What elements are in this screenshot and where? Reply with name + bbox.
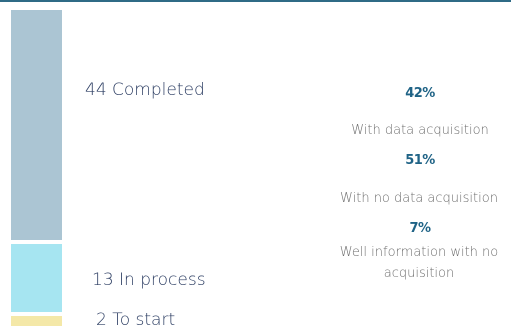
segment-completed: [11, 10, 62, 240]
desc-with-acquisition: With data acquisition: [351, 123, 489, 138]
label-to-start: 2 To start: [96, 310, 176, 330]
label-in-process: 13 In process: [92, 270, 206, 290]
percent-with-acquisition: 42%: [405, 86, 435, 101]
label-completed: 44 Completed: [85, 80, 205, 100]
percent-well-info: 7%: [409, 221, 431, 236]
desc-well-info: Well information with no acquisition: [339, 245, 499, 281]
desc-no-acquisition: With no data acquisition: [340, 191, 498, 206]
stacked-bar: [11, 10, 62, 327]
segment-to-start: [11, 316, 62, 326]
segment-in-process: [11, 244, 62, 312]
top-rule: [0, 0, 511, 2]
percent-no-acquisition: 51%: [405, 153, 435, 168]
